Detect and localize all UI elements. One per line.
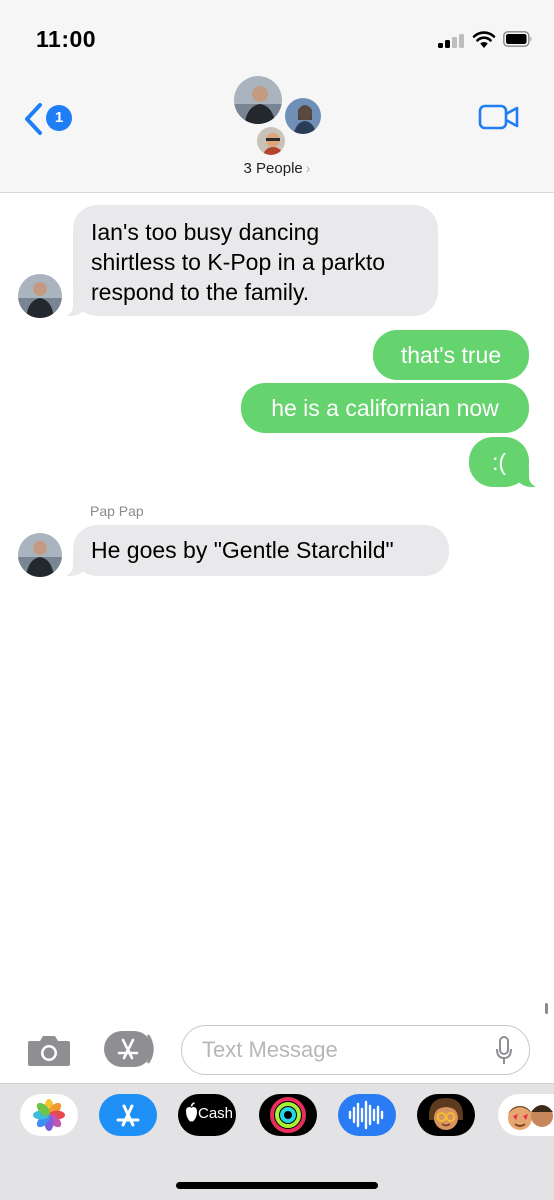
- sent-message-bubble[interactable]: he is a californian now: [241, 383, 529, 433]
- message-list[interactable]: Ian's too busy dancing shirtless to K-Po…: [0, 194, 554, 1014]
- message-text: he is a californian now: [271, 395, 499, 421]
- sent-message-bubble[interactable]: that's true: [373, 330, 529, 380]
- message-input[interactable]: [202, 1034, 482, 1066]
- conversation-header: 1 3 People ›: [0, 70, 554, 193]
- app-store-button[interactable]: [104, 1030, 158, 1068]
- message-text-line: Ian's too busy dancing: [91, 219, 320, 245]
- back-button[interactable]: 1: [22, 102, 74, 138]
- avatar[interactable]: [18, 533, 62, 577]
- avatar: [283, 96, 323, 136]
- message-text-field[interactable]: [181, 1025, 530, 1075]
- camera-icon[interactable]: [26, 1032, 72, 1068]
- memoji-stickers-app-icon[interactable]: [498, 1094, 554, 1136]
- received-message-bubble[interactable]: Ian's too busy dancing shirtless to K-Po…: [63, 205, 438, 316]
- status-time: 11:00: [36, 26, 97, 52]
- sent-message-bubble[interactable]: :(: [469, 437, 539, 487]
- group-name[interactable]: 3 People ›: [0, 160, 554, 177]
- cellular-signal-icon: [438, 32, 466, 48]
- message-text: :(: [491, 449, 507, 475]
- apple-cash-app-icon[interactable]: Cash: [178, 1094, 236, 1136]
- memoji-app-icon[interactable]: [417, 1094, 475, 1136]
- audio-message-app-icon[interactable]: [338, 1094, 396, 1136]
- back-chevron-icon: [25, 103, 42, 135]
- scroll-indicator[interactable]: [545, 1003, 548, 1014]
- avatar: [232, 74, 284, 126]
- microphone-icon[interactable]: [495, 1036, 513, 1066]
- received-message-bubble[interactable]: He goes by "Gentle Starchild": [63, 525, 449, 576]
- apple-cash-label: Cash: [198, 1105, 234, 1122]
- avatar[interactable]: [18, 274, 62, 318]
- message-text: that's true: [400, 342, 502, 368]
- app-drawer: Cash: [0, 1083, 554, 1200]
- wifi-icon: [472, 31, 496, 48]
- sender-name: Pap Pap: [90, 503, 144, 519]
- photos-app-icon[interactable]: [20, 1094, 78, 1136]
- message-text-line: respond to the family.: [91, 279, 310, 305]
- activity-app-icon[interactable]: [259, 1094, 317, 1136]
- composer-bar: [0, 1015, 554, 1083]
- home-indicator[interactable]: [176, 1182, 378, 1189]
- app-store-app-icon[interactable]: [99, 1094, 157, 1136]
- avatar: [255, 125, 287, 157]
- unread-count-badge: 1: [46, 105, 72, 131]
- message-text-line: shirtless to K-Pop in a parkto: [91, 249, 386, 275]
- chevron-right-icon: ›: [305, 160, 311, 176]
- battery-icon: [503, 31, 532, 47]
- status-bar: 11:00: [0, 0, 554, 70]
- group-label: 3 People: [243, 160, 303, 177]
- video-camera-icon[interactable]: [478, 103, 520, 131]
- message-text: He goes by "Gentle Starchild": [91, 537, 394, 563]
